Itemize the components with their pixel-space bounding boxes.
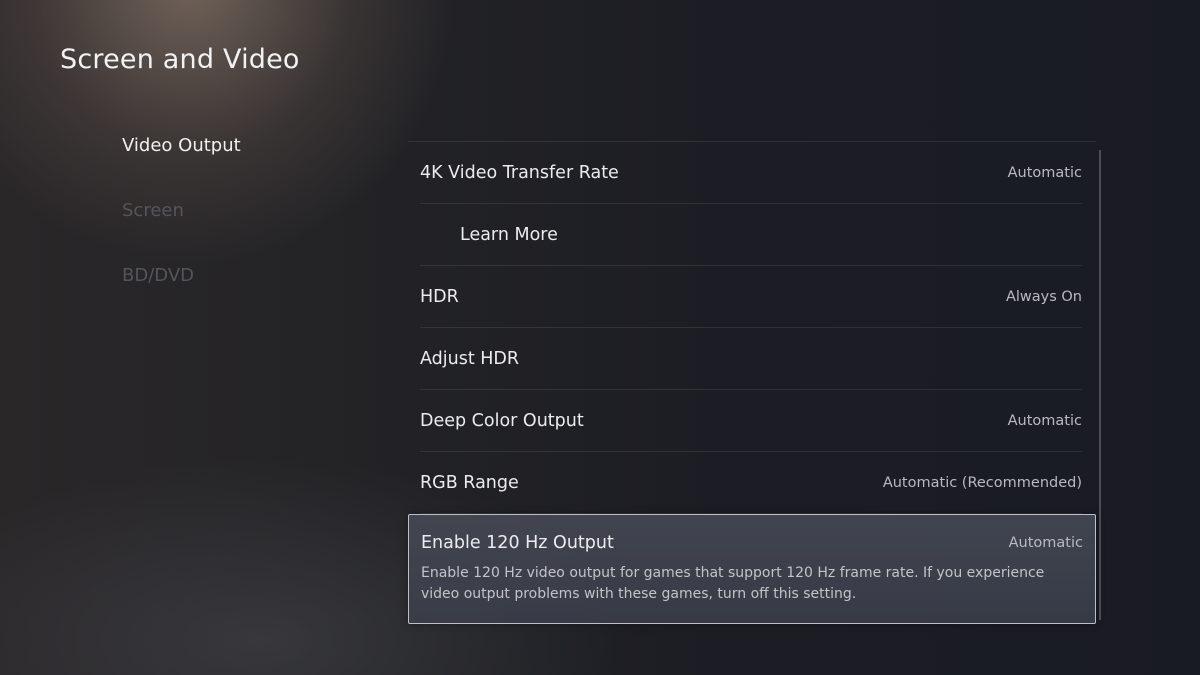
setting-description: Enable 120 Hz video output for games tha… <box>421 565 1045 602</box>
setting-enable-120hz-output[interactable]: Enable 120 Hz Output Automatic Enable 12… <box>408 514 1096 624</box>
setting-value: Automatic <box>1007 164 1082 181</box>
learn-more-link[interactable]: Learn More <box>420 204 1082 266</box>
setting-label: Enable 120 Hz Output <box>421 533 614 553</box>
setting-label: 4K Video Transfer Rate <box>420 162 619 183</box>
settings-list: 4K Video Transfer Rate Automatic Learn M… <box>408 141 1096 624</box>
setting-value: Always On <box>1005 288 1082 305</box>
setting-value: Automatic (Recommended) <box>882 474 1082 491</box>
scrollbar[interactable] <box>1099 150 1101 620</box>
setting-label: Adjust HDR <box>420 348 520 369</box>
setting-adjust-hdr[interactable]: Adjust HDR <box>420 328 1082 390</box>
setting-hdr[interactable]: HDR Always On <box>420 266 1082 328</box>
page-title: Screen and Video <box>60 44 300 75</box>
sidebar-item-video-output[interactable]: Video Output <box>122 128 382 193</box>
setting-rgb-range[interactable]: RGB Range Automatic (Recommended) <box>420 452 1082 514</box>
setting-label: Learn More <box>460 224 558 245</box>
setting-label: HDR <box>420 286 459 307</box>
sidebar-item-screen[interactable]: Screen <box>122 193 382 258</box>
setting-value: Automatic <box>1008 535 1083 551</box>
setting-4k-video-transfer-rate[interactable]: 4K Video Transfer Rate Automatic <box>420 142 1082 204</box>
sidebar-nav: Video Output Screen BD/DVD <box>122 128 382 323</box>
sidebar-item-bd-dvd[interactable]: BD/DVD <box>122 258 382 323</box>
setting-value: Automatic <box>1007 412 1082 429</box>
setting-header: Enable 120 Hz Output Automatic <box>421 533 1083 553</box>
setting-label: RGB Range <box>420 472 519 493</box>
setting-deep-color-output[interactable]: Deep Color Output Automatic <box>420 390 1082 452</box>
setting-label: Deep Color Output <box>420 410 584 431</box>
